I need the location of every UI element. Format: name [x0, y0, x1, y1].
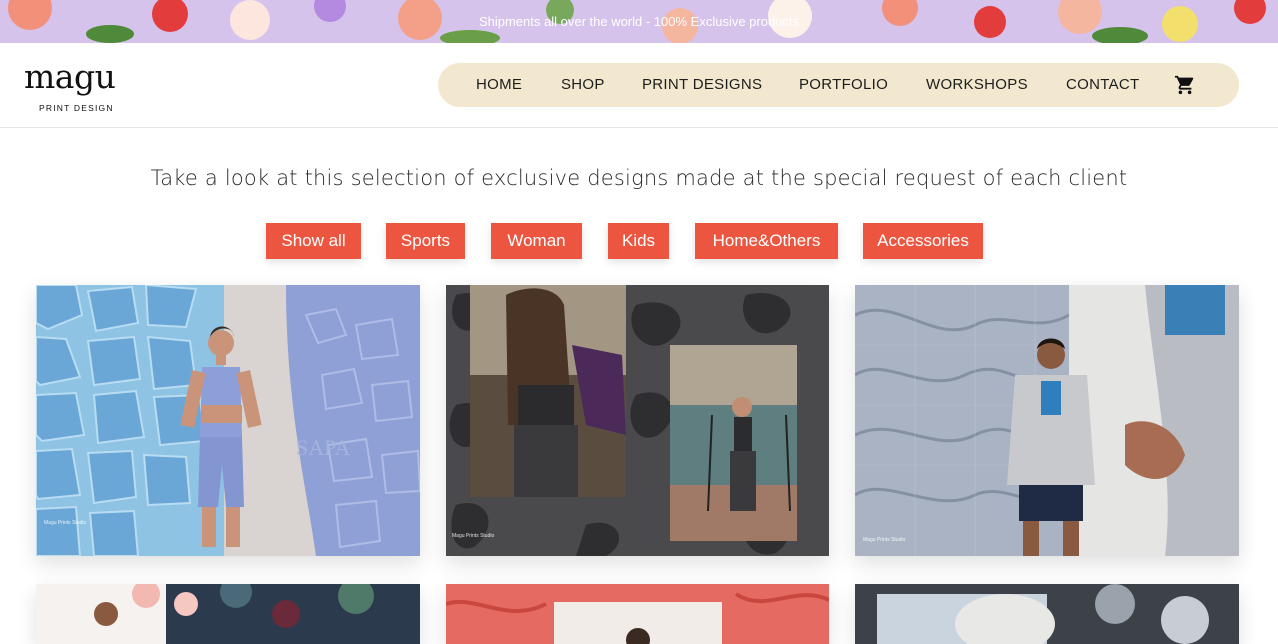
filter-home-others[interactable]: Home&Others: [695, 223, 838, 259]
portfolio-image-dark-pattern: [446, 285, 829, 556]
filter-show-all[interactable]: Show all: [266, 223, 361, 259]
nav-contact[interactable]: CONTACT: [1066, 63, 1139, 107]
portfolio-card[interactable]: [36, 584, 420, 644]
portfolio-card[interactable]: [446, 584, 829, 644]
page-headline: Take a look at this selection of exclusi…: [150, 166, 1128, 190]
portfolio-image-coral-pattern: [446, 584, 829, 644]
filter-kids[interactable]: Kids: [608, 223, 669, 259]
nav-shop[interactable]: SHOP: [561, 63, 605, 107]
shopping-cart-icon[interactable]: [1174, 74, 1196, 96]
card-caption: Magu Prints Studio: [863, 537, 906, 543]
card-caption: Magu Prints Studio: [44, 520, 87, 526]
portfolio-image-cloud-pattern: [855, 584, 1239, 644]
portfolio-card[interactable]: [855, 584, 1239, 644]
portfolio-image-grey-pattern: [855, 285, 1239, 556]
filter-accessories[interactable]: Accessories: [863, 223, 983, 259]
filter-sports[interactable]: Sports: [386, 223, 465, 259]
portfolio-card[interactable]: Magu Prints Studio: [855, 285, 1239, 556]
portfolio-card[interactable]: Magu Prints Studio: [446, 285, 829, 556]
logo-wordmark: magu: [24, 57, 116, 96]
nav-portfolio[interactable]: PORTFOLIO: [799, 63, 888, 107]
nav-print-designs[interactable]: PRINT DESIGNS: [642, 63, 762, 107]
portfolio-image-floral-pattern: [36, 584, 420, 644]
main-nav: HOME SHOP PRINT DESIGNS PORTFOLIO WORKSH…: [438, 63, 1239, 107]
card-caption: Magu Prints Studio: [452, 533, 495, 539]
top-banner: Shipments all over the world - 100% Excl…: [0, 0, 1278, 43]
filter-woman[interactable]: Woman: [491, 223, 582, 259]
banner-text: Shipments all over the world - 100% Excl…: [478, 14, 800, 29]
logo-subtitle: PRINT DESIGN: [39, 103, 114, 113]
nav-workshops[interactable]: WORKSHOPS: [926, 63, 1028, 107]
brand-logo-text: SAPA: [296, 435, 350, 460]
logo[interactable]: magu PRINT DESIGN: [22, 57, 132, 117]
portfolio-card[interactable]: SAPA Magu Prints Studio: [36, 285, 420, 556]
site-header: magu PRINT DESIGN HOME SHOP PRINT DESIGN…: [0, 43, 1278, 128]
nav-home[interactable]: HOME: [476, 63, 522, 107]
portfolio-image-blue-pattern: SAPA: [36, 285, 420, 556]
